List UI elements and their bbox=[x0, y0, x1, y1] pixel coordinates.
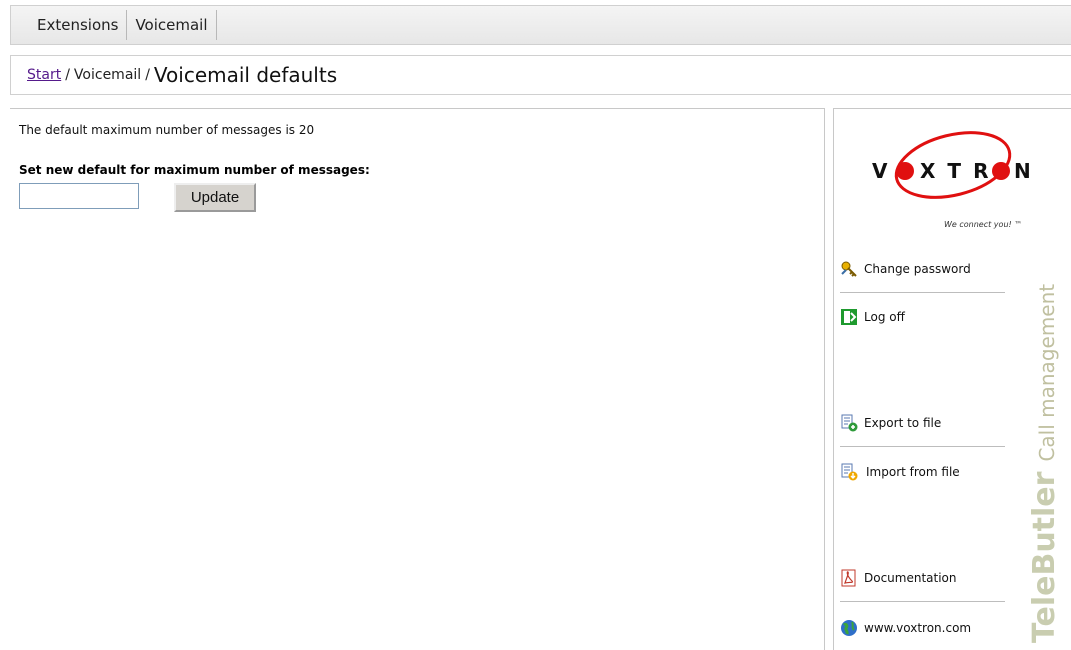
export-to-file-link[interactable]: Export to file bbox=[840, 413, 1005, 433]
main-panel: The default maximum number of messages i… bbox=[10, 108, 825, 650]
tab-voicemail[interactable]: Voicemail bbox=[127, 10, 217, 40]
change-password-label: Change password bbox=[864, 262, 971, 276]
log-off-link[interactable]: Log off bbox=[840, 307, 1005, 327]
menu-divider bbox=[840, 446, 1005, 447]
breadcrumb-separator: / bbox=[145, 67, 150, 83]
import-from-file-link[interactable]: Import from file bbox=[840, 462, 1005, 482]
max-messages-label: Set new default for maximum number of me… bbox=[19, 163, 370, 177]
breadcrumb-section: Voicemail bbox=[73, 67, 142, 83]
key-icon bbox=[840, 260, 858, 278]
log-off-label: Log off bbox=[864, 310, 905, 324]
import-icon bbox=[840, 463, 858, 481]
voxtron-website-link[interactable]: www.voxtron.com bbox=[840, 618, 1005, 638]
logo-letters-xtr: XTR bbox=[920, 159, 1000, 183]
max-messages-input[interactable] bbox=[19, 183, 139, 209]
update-button[interactable]: Update bbox=[174, 183, 256, 212]
exit-icon bbox=[840, 308, 858, 326]
logo-letter-v: V bbox=[872, 159, 888, 183]
sidebar: V XTR N We connect you! ™ Change passwor… bbox=[833, 108, 1071, 650]
import-from-file-label: Import from file bbox=[866, 465, 960, 479]
export-icon bbox=[840, 414, 858, 432]
pdf-icon bbox=[840, 569, 858, 587]
breadcrumb-start-link[interactable]: Start bbox=[27, 67, 61, 83]
change-password-link[interactable]: Change password bbox=[840, 259, 1005, 279]
voxtron-logo[interactable]: V XTR N bbox=[858, 119, 1048, 234]
page-title: Voicemail defaults bbox=[153, 63, 338, 87]
call-management-label: Call management bbox=[1035, 283, 1059, 462]
documentation-label: Documentation bbox=[864, 571, 957, 585]
logo-letter-n: N bbox=[1014, 159, 1031, 183]
export-to-file-label: Export to file bbox=[864, 416, 942, 430]
voxtron-website-label: www.voxtron.com bbox=[864, 621, 972, 635]
logo-tagline: We connect you! ™ bbox=[944, 220, 1023, 229]
tab-extensions[interactable]: Extensions bbox=[11, 10, 128, 40]
documentation-link[interactable]: Documentation bbox=[840, 568, 1005, 588]
globe-icon bbox=[840, 619, 858, 637]
top-tab-bar: Extensions Voicemail bbox=[10, 5, 1071, 45]
menu-divider bbox=[840, 292, 1005, 293]
menu-divider bbox=[840, 601, 1005, 602]
default-max-info: The default maximum number of messages i… bbox=[19, 123, 315, 137]
breadcrumb-separator: / bbox=[65, 67, 70, 83]
breadcrumb: Start / Voicemail / Voicemail defaults bbox=[10, 55, 1071, 95]
telebutler-brand-name: TeleButler bbox=[1027, 471, 1062, 643]
